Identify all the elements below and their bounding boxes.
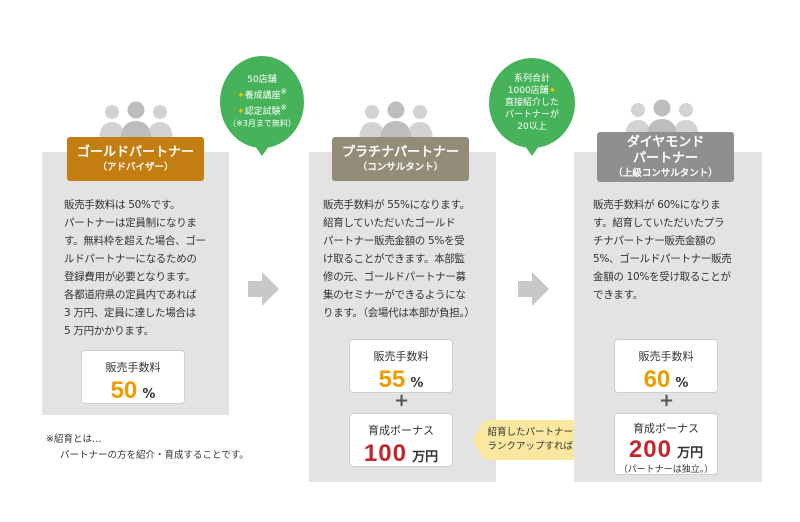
rankup-callout: 紹育したパートナーが ランクアップすれば… — [482, 420, 588, 460]
star-icon: ✦ — [548, 86, 557, 96]
desc-line: 集のセミナーができるようにな — [323, 289, 466, 301]
right-arrow-icon — [248, 272, 279, 306]
bubble-line: 養成講座 — [244, 91, 281, 101]
platinum-partner-header: プラチナパートナー （コンサルタント） — [332, 137, 469, 181]
fee-value: 50 — [110, 377, 138, 404]
bubble-line: 系列合計 — [513, 74, 550, 84]
platinum-description: 販売手数料が 55%になります。 紹育していただいたゴールド パートナー販売金額… — [323, 196, 495, 322]
bonus-unit: 万円 — [677, 446, 704, 461]
bubble-tail — [255, 146, 269, 156]
desc-line: チナパートナー販売金額の — [593, 235, 716, 247]
bonus-label: 育成ボーナス — [368, 424, 434, 437]
tier-title: ゴールドパートナー — [76, 144, 194, 160]
callout-line: ランクアップすれば… — [487, 441, 583, 452]
fee-unit: % — [675, 376, 689, 391]
tier-title: ダイヤモンド — [626, 134, 705, 150]
desc-line: パートナーは定員制になりま — [64, 217, 197, 229]
desc-line: け取ることができます。本部監 — [323, 253, 465, 265]
desc-line: 販売手数料が 60%になりま — [593, 199, 721, 211]
footnote-mark: ※ — [280, 103, 287, 112]
footnote: ※紹育とは… パートナーの方を紹介・育成することです。 — [46, 432, 249, 464]
desc-line: 各都道府県の定員内であれば — [64, 289, 197, 301]
fee-label: 販売手数料 — [105, 361, 161, 374]
bubble-line: 直接紹介した — [504, 98, 559, 108]
bonus-unit: 万円 — [412, 450, 439, 465]
tier-subtitle: （アドバイザー） — [97, 161, 174, 173]
fee-value: 60 — [643, 366, 671, 393]
bonus-value: 200 — [628, 436, 672, 463]
desc-line: パートナー販売金額の 5%を受 — [323, 235, 465, 247]
condition-bubble-platinum: 50店舗 ✦養成講座※ ✦認定試験※ （※3月まで無料） — [220, 56, 304, 148]
bubble-line: （※3月まで無料） — [228, 119, 296, 128]
star-icon: ✦ — [237, 91, 245, 101]
desc-line: 修の元、ゴールドパートナー募 — [323, 271, 466, 283]
fee-unit: % — [410, 376, 424, 391]
diamond-bonus-box: 育成ボーナス 200 万円 （パートナーは独立。） — [614, 413, 718, 475]
fee-unit: % — [142, 387, 156, 402]
platinum-fee-box: 販売手数料 55 % — [349, 339, 453, 393]
footnote-line: パートナーの方を紹介・育成することです。 — [60, 450, 249, 461]
bubble-line: 50店舗 — [247, 75, 277, 85]
footnote-mark: ※ — [280, 87, 287, 96]
bonus-note: （パートナーは独立。） — [618, 465, 714, 475]
bubble-line: 1000店舗 — [507, 86, 549, 96]
desc-line: 販売手数料は 50%です。 — [64, 199, 181, 211]
desc-line: できます。 — [593, 289, 643, 301]
gold-fee-box: 販売手数料 50 % — [81, 350, 185, 404]
platinum-bonus-box: 育成ボーナス 100 万円 — [349, 413, 453, 467]
diamond-fee-box: 販売手数料 60 % — [614, 339, 718, 393]
bubble-line: 20以上 — [517, 122, 547, 132]
bubble-line: 認定試験 — [244, 107, 281, 117]
condition-bubble-diamond: 系列合計 1000店舗✦ 直接紹介した パートナーが 20以上 — [489, 58, 575, 148]
bonus-value: 100 — [363, 440, 407, 467]
desc-line: 5 万円かかります。 — [64, 325, 154, 337]
desc-line: 登録費用が必要となります。 — [64, 271, 196, 283]
desc-line: ルドパートナーになるための — [64, 253, 197, 265]
bubble-line: パートナーが — [504, 110, 559, 120]
bubble-tail — [525, 146, 539, 156]
diamond-partner-header: ダイヤモンド パートナー （上級コンサルタント） — [597, 132, 734, 182]
fee-label: 販売手数料 — [638, 350, 694, 363]
desc-line: 5%、ゴールドパートナー販売 — [593, 253, 732, 265]
diamond-description: 販売手数料が 60%になりま す。紹育していただいたプラ チナパートナー販売金額… — [593, 196, 759, 304]
desc-line: 3 万円、定員に達した場合は — [64, 307, 196, 319]
bonus-label: 育成ボーナス — [633, 422, 699, 435]
fee-label: 販売手数料 — [373, 350, 429, 363]
tier-subtitle: （上級コンサルタント） — [613, 167, 718, 179]
desc-line: 金額の 10%を受け取ることが — [593, 271, 731, 283]
desc-line: 販売手数料が 55%になります。 — [323, 199, 470, 211]
star-icon: ✦ — [237, 107, 245, 117]
tier-title: パートナー — [632, 150, 698, 166]
gold-description: 販売手数料は 50%です。 パートナーは定員制になりま す。無料枠を超えた場合、… — [64, 196, 226, 340]
desc-line: 紹育していただいたゴールド — [323, 217, 456, 229]
desc-line: す。無料枠を超えた場合、ゴー — [64, 235, 206, 247]
tier-subtitle: （コンサルタント） — [357, 161, 444, 173]
fee-value: 55 — [378, 366, 406, 393]
footnote-line: ※紹育とは… — [46, 434, 102, 445]
right-arrow-icon — [518, 272, 549, 306]
plus-sign: + — [394, 390, 410, 411]
gold-partner-header: ゴールドパートナー （アドバイザー） — [67, 137, 204, 181]
desc-line: す。紹育していただいたプラ — [593, 217, 725, 229]
plus-sign: + — [659, 390, 675, 411]
desc-line: ります。（会場代は本部が負担。） — [323, 307, 475, 319]
callout-line: 紹育したパートナーが — [487, 427, 583, 438]
tier-title: プラチナパートナー — [341, 144, 459, 160]
